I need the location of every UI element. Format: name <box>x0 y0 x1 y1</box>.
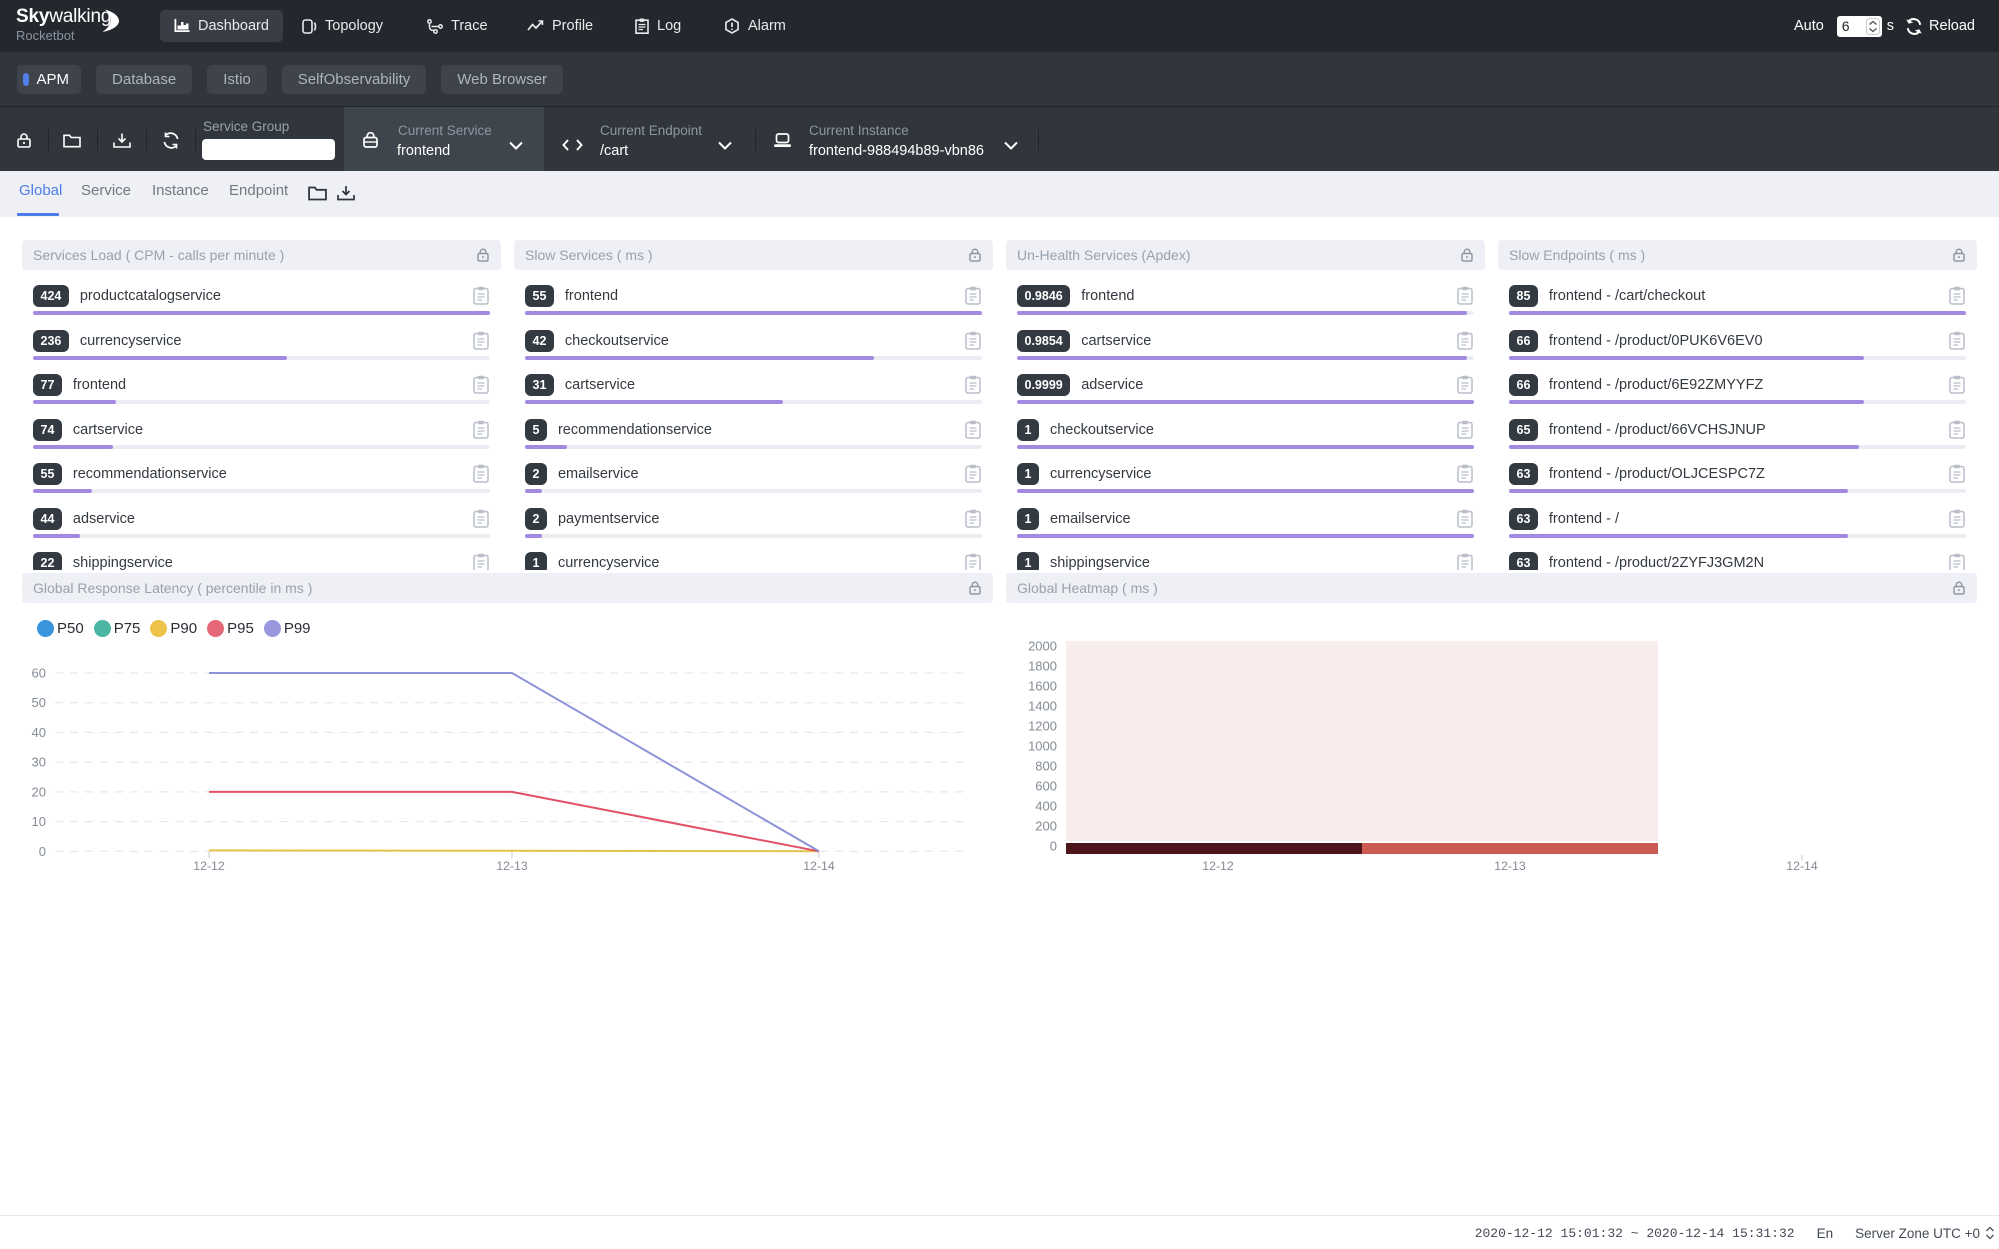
svg-text:20: 20 <box>32 784 46 799</box>
svg-text:1000: 1000 <box>1028 739 1057 754</box>
svg-text:50: 50 <box>32 695 46 710</box>
svg-text:12-12: 12-12 <box>1202 859 1234 873</box>
svg-text:0: 0 <box>1050 839 1057 854</box>
svg-text:12-14: 12-14 <box>803 859 835 873</box>
svg-text:1600: 1600 <box>1028 679 1057 694</box>
svg-text:600: 600 <box>1035 779 1057 794</box>
svg-text:10: 10 <box>32 814 46 829</box>
svg-text:1400: 1400 <box>1028 699 1057 714</box>
svg-text:800: 800 <box>1035 759 1057 774</box>
svg-text:40: 40 <box>32 725 46 740</box>
svg-text:400: 400 <box>1035 799 1057 814</box>
svg-text:12-12: 12-12 <box>193 859 225 873</box>
svg-text:200: 200 <box>1035 819 1057 834</box>
svg-text:1800: 1800 <box>1028 659 1057 674</box>
svg-text:2000: 2000 <box>1028 639 1057 654</box>
svg-text:12-13: 12-13 <box>1494 859 1526 873</box>
svg-text:0: 0 <box>39 844 46 859</box>
svg-text:12-14: 12-14 <box>1786 859 1818 873</box>
svg-text:1200: 1200 <box>1028 719 1057 734</box>
svg-text:12-13: 12-13 <box>496 859 528 873</box>
svg-text:60: 60 <box>32 666 46 681</box>
svg-text:30: 30 <box>32 755 46 770</box>
